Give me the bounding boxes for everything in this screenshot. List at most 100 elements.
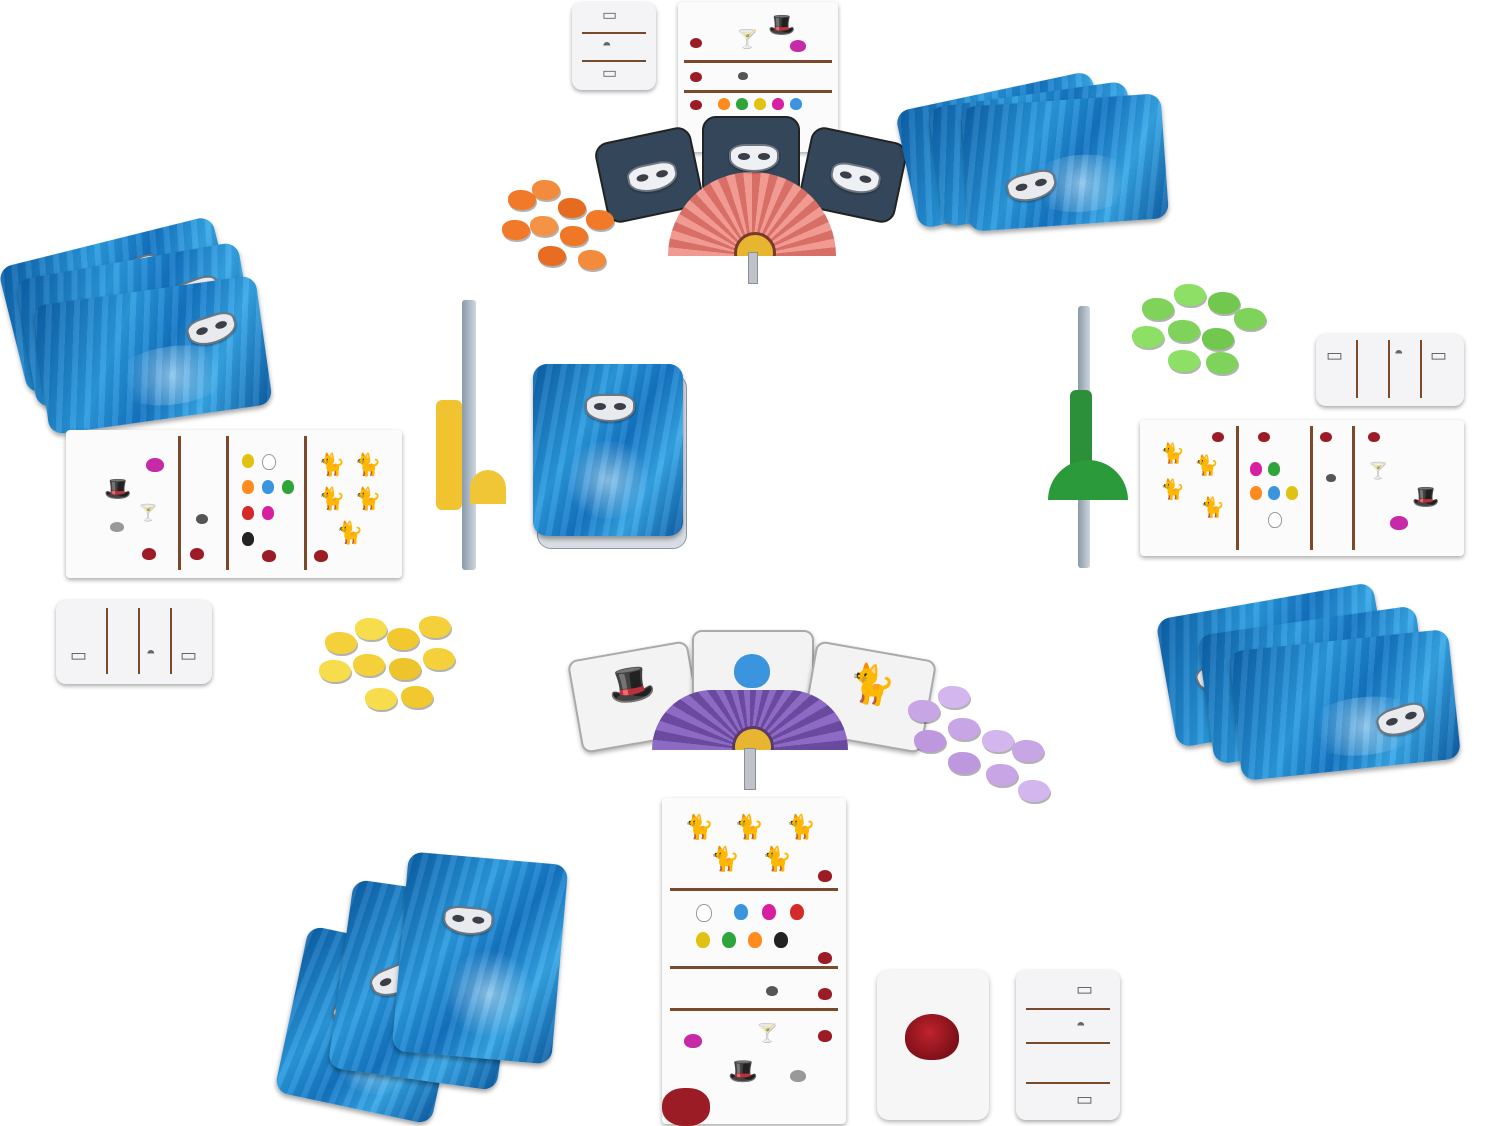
martini-icon: 🍸	[736, 29, 759, 49]
paw-icon	[790, 904, 804, 920]
token	[1202, 328, 1234, 350]
cat-icon: 🐈	[354, 452, 382, 477]
paw-icon	[736, 98, 748, 110]
mask-icon	[585, 394, 635, 422]
game-table: { "scene": { "type": "tabletop board gam…	[0, 0, 1500, 1126]
paw-icon	[722, 932, 736, 948]
paw-icon	[1250, 462, 1262, 476]
right-card-stand	[1040, 300, 1130, 570]
rose-icon	[262, 550, 276, 562]
divider	[1420, 340, 1422, 398]
paw-icon	[262, 480, 274, 494]
token	[558, 198, 586, 218]
top-reference-card: ▭ ◓ ▭	[572, 2, 656, 90]
orange-token-pile	[498, 180, 618, 278]
token	[532, 180, 560, 200]
draw-pile-top-card[interactable]	[533, 364, 683, 536]
paw-icon	[696, 904, 712, 922]
face-down-card[interactable]	[960, 93, 1170, 232]
cat-icon: 🐈	[1160, 479, 1185, 501]
rose-card[interactable]	[877, 970, 989, 1120]
paw-icon	[748, 932, 762, 948]
martini-icon: 🍸	[138, 505, 158, 522]
token	[938, 686, 970, 708]
paw-icon	[262, 454, 276, 470]
rose-icon	[662, 1088, 710, 1126]
paw-icon	[790, 98, 802, 110]
top-card-stand	[590, 112, 910, 284]
token	[986, 764, 1018, 786]
bottom-card-stand: 🎩 🐈	[560, 630, 940, 790]
rose-icon	[1258, 432, 1270, 442]
paw-icon	[1268, 462, 1280, 476]
token	[1012, 740, 1044, 762]
top-right-hand	[894, 60, 1175, 240]
paw-icon	[242, 506, 254, 520]
martini-icon: 🍸	[1368, 463, 1388, 480]
left-reference-card: ▭ ◓ ▭	[56, 600, 212, 684]
token	[401, 686, 433, 708]
divider	[138, 608, 140, 674]
cat-icon: 🐈	[318, 486, 346, 511]
card-icon: ▭	[1326, 345, 1344, 365]
left-card-stand	[430, 300, 510, 575]
paw-icon	[282, 480, 294, 494]
top-hat-icon: 🎩	[1412, 484, 1440, 509]
paw-icon	[766, 986, 778, 996]
rose-icon	[1368, 432, 1380, 442]
rose-icon	[314, 550, 328, 562]
paw-icon	[738, 72, 748, 80]
rose-icon	[142, 548, 156, 560]
token	[1208, 292, 1240, 314]
top-hat-icon: 🎩	[104, 476, 132, 501]
divider	[170, 608, 172, 674]
right-hand	[1155, 580, 1465, 782]
green-token-pile	[1122, 278, 1272, 378]
token	[1168, 320, 1200, 342]
draw-pile[interactable]	[533, 364, 689, 550]
ball-of-yarn-icon	[790, 40, 806, 52]
divider	[178, 436, 181, 570]
divider	[1026, 1042, 1110, 1044]
card-icon: ▭	[1430, 345, 1448, 365]
cat-icon: 🐈	[1160, 443, 1185, 465]
divider	[226, 436, 229, 570]
mask-icon: ◓	[602, 37, 612, 54]
martini-icon: 🍸	[756, 1023, 779, 1043]
left-player-board: 🎩 🍸 🐈 🐈 🐈 🐈 🐈	[66, 430, 402, 578]
fan-hub	[732, 726, 774, 750]
mask-icon	[1373, 699, 1430, 742]
paw-icon	[762, 904, 776, 920]
token	[365, 688, 397, 710]
rose-icon	[905, 1014, 959, 1060]
token	[560, 226, 588, 246]
ball-of-yarn-icon	[1390, 516, 1408, 530]
paw-icon	[734, 654, 770, 688]
paw-icon	[734, 904, 748, 920]
token	[586, 210, 614, 230]
divider	[582, 60, 646, 62]
card-icon: ▭	[1076, 979, 1094, 999]
paw-icon	[754, 98, 766, 110]
cat-icon: 🐈	[734, 814, 764, 841]
cat-icon: 🐈	[354, 486, 382, 511]
divider	[1388, 340, 1390, 398]
fan-handle	[744, 748, 756, 790]
cat-icon: 🐈	[684, 814, 714, 841]
yellow-tokens	[315, 612, 465, 720]
face-down-card[interactable]	[1228, 628, 1462, 782]
face-down-card[interactable]	[391, 851, 569, 1065]
divider	[670, 888, 838, 891]
fan-handle	[748, 252, 758, 284]
divider	[582, 32, 646, 34]
right-player-board: 🐈 🐈 🐈 🐈 🍸 🎩	[1140, 420, 1464, 556]
divider	[1352, 426, 1355, 550]
mask-icon: ◓	[1394, 345, 1404, 362]
token	[423, 648, 455, 670]
paw-icon	[242, 454, 254, 468]
paw-icon	[242, 532, 254, 546]
token	[908, 700, 940, 722]
cat-icon: 🐈	[710, 846, 740, 873]
paw-icon	[242, 480, 254, 494]
token	[1174, 284, 1206, 306]
